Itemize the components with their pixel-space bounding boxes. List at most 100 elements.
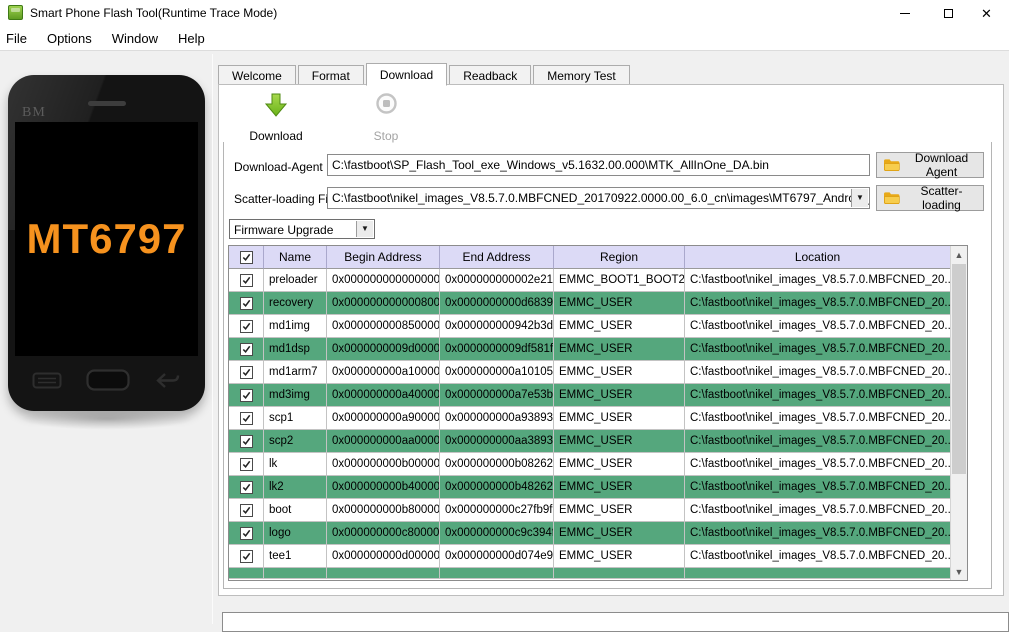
row-checkbox-cell (229, 269, 264, 292)
tab-welcome[interactable]: Welcome (218, 65, 296, 85)
cell-region: EMMC_USER (554, 292, 685, 315)
row-checkbox-cell (229, 430, 264, 453)
table-row[interactable]: scp1 0x000000000a900000 0x000000000a93893f… (229, 407, 951, 430)
row-checkbox[interactable] (239, 342, 253, 356)
header-begin[interactable]: Begin Address (327, 246, 440, 269)
cell-location: C:\fastboot\nikel_images_V8.5.7.0.MBFCNE… (685, 338, 951, 361)
cell-location: C:\fastboot\nikel_images_V8.5.7.0.MBFCNE… (685, 269, 951, 292)
row-checkbox-cell (229, 407, 264, 430)
cell-begin-address: 0x000000000b000000 (327, 453, 440, 476)
scatter-file-value: C:\fastboot\nikel_images_V8.5.7.0.MBFCNE… (332, 191, 870, 205)
table-row[interactable]: md1dsp 0x0000000009d00000 0x0000000009df58… (229, 338, 951, 361)
download-button[interactable]: Download (231, 93, 321, 143)
cell-name: md3img (264, 384, 327, 407)
folder-icon (884, 159, 900, 171)
scroll-down-icon[interactable]: ▼ (951, 563, 968, 580)
phone-screen: MT6797 (15, 122, 198, 356)
cell-location: C:\fastboot\nikel_images_V8.5.7.0.MBFCNE… (685, 361, 951, 384)
partition-table: Name Begin Address End Address Region Lo… (228, 245, 968, 581)
header-region[interactable]: Region (554, 246, 685, 269)
row-checkbox[interactable] (239, 434, 253, 448)
select-all-checkbox[interactable] (239, 250, 253, 264)
row-checkbox[interactable] (239, 526, 253, 540)
table-row[interactable]: scp2 0x000000000aa00000 0x000000000aa3893f… (229, 430, 951, 453)
phone-back-icon (156, 372, 180, 388)
cell-location: C:\fastboot\nikel_images_V8.5.7.0.MBFCNE… (685, 522, 951, 545)
download-agent-button[interactable]: Download Agent (876, 151, 984, 179)
cell-clipped (440, 568, 554, 579)
cell-name: boot (264, 499, 327, 522)
row-checkbox[interactable] (239, 273, 253, 287)
header-location[interactable]: Location (685, 246, 951, 269)
row-checkbox[interactable] (239, 296, 253, 310)
flash-mode-select[interactable]: Firmware Upgrade ▼ (229, 219, 375, 239)
tab-download[interactable]: Download (365, 63, 448, 86)
row-checkbox[interactable] (239, 365, 253, 379)
table-row-partial[interactable] (229, 568, 951, 579)
table-row[interactable]: logo 0x000000000c800000 0x000000000c9c394f… (229, 522, 951, 545)
cell-location: C:\fastboot\nikel_images_V8.5.7.0.MBFCNE… (685, 430, 951, 453)
title-bar: Smart Phone Flash Tool(Runtime Trace Mod… (0, 0, 1009, 26)
row-checkbox-cell (229, 292, 264, 315)
cell-clipped (685, 568, 951, 579)
row-checkbox[interactable] (239, 480, 253, 494)
table-row[interactable]: lk 0x000000000b000000 0x000000000b08262f EM… (229, 453, 951, 476)
close-button[interactable]: ✕ (964, 0, 1009, 26)
table-row[interactable]: md1img 0x0000000008500000 0x000000000942b3… (229, 315, 951, 338)
header-end[interactable]: End Address (440, 246, 554, 269)
download-agent-label: Download-Agent (234, 160, 323, 174)
select-all-cell (229, 246, 264, 269)
stop-button[interactable]: Stop (341, 93, 431, 143)
table-row[interactable]: lk2 0x000000000b400000 0x000000000b48262f E… (229, 476, 951, 499)
row-checkbox[interactable] (239, 457, 253, 471)
row-checkbox-cell (229, 361, 264, 384)
row-checkbox[interactable] (239, 319, 253, 333)
cell-location: C:\fastboot\nikel_images_V8.5.7.0.MBFCNE… (685, 453, 951, 476)
cell-begin-address: 0x000000000b800000 (327, 499, 440, 522)
menu-file[interactable]: File (0, 26, 37, 50)
menu-window[interactable]: Window (102, 26, 168, 50)
row-checkbox[interactable] (239, 388, 253, 402)
header-name[interactable]: Name (264, 246, 327, 269)
tab-format[interactable]: Format (297, 65, 364, 85)
cell-begin-address: 0x000000000aa00000 (327, 430, 440, 453)
flash-mode-arrow-icon[interactable]: ▼ (356, 221, 373, 237)
cell-region: EMMC_USER (554, 499, 685, 522)
scroll-up-icon[interactable]: ▲ (951, 246, 968, 263)
cell-begin-address: 0x0000000000000000 (327, 269, 440, 292)
close-icon: ✕ (981, 5, 992, 21)
row-checkbox[interactable] (239, 549, 253, 563)
table-row[interactable]: md1arm7 0x000000000a100000 0x000000000a101… (229, 361, 951, 384)
scatter-file-combobox[interactable]: C:\fastboot\nikel_images_V8.5.7.0.MBFCNE… (327, 187, 870, 209)
download-agent-input[interactable] (327, 154, 870, 176)
table-row[interactable]: boot 0x000000000b800000 0x000000000c27fb9f… (229, 499, 951, 522)
menu-help[interactable]: Help (168, 26, 215, 50)
scatter-combo-arrow-icon[interactable]: ▼ (851, 189, 868, 207)
menu-options[interactable]: Options (37, 26, 102, 50)
table-scrollbar[interactable]: ▲ ▼ (950, 246, 968, 580)
scatter-loading-button[interactable]: Scatter-loading (876, 184, 984, 212)
table-row[interactable]: preloader 0x0000000000000000 0x00000000000… (229, 269, 951, 292)
vertical-separator (212, 54, 213, 624)
cell-location: C:\fastboot\nikel_images_V8.5.7.0.MBFCNE… (685, 407, 951, 430)
tab-memory-test[interactable]: Memory Test (533, 65, 630, 85)
table-row[interactable]: tee1 0x000000000d000000 0x000000000d074e9f… (229, 545, 951, 568)
phone-menu-icon (32, 372, 62, 388)
cell-name: lk2 (264, 476, 327, 499)
table-row[interactable]: recovery 0x0000000000008000 0x0000000000d6… (229, 292, 951, 315)
table-header-row: Name Begin Address End Address Region Lo… (229, 246, 951, 269)
minimize-button[interactable] (882, 0, 927, 26)
row-checkbox[interactable] (239, 503, 253, 517)
scrollbar-thumb[interactable] (952, 264, 967, 474)
row-checkbox-cell (229, 545, 264, 568)
row-checkbox-cell (229, 499, 264, 522)
table-row[interactable]: md3img 0x000000000a400000 0x000000000a7e53… (229, 384, 951, 407)
cell-begin-address: 0x0000000000008000 (327, 292, 440, 315)
tab-readback[interactable]: Readback (449, 65, 532, 85)
row-checkbox[interactable] (239, 411, 253, 425)
folder-icon (884, 192, 900, 204)
cell-region: EMMC_USER (554, 453, 685, 476)
cell-end-address: 0x000000000b48262f (440, 476, 554, 499)
download-tab-panel: Download Stop Download-Agent Download Ag… (218, 84, 1004, 596)
cell-name: tee1 (264, 545, 327, 568)
